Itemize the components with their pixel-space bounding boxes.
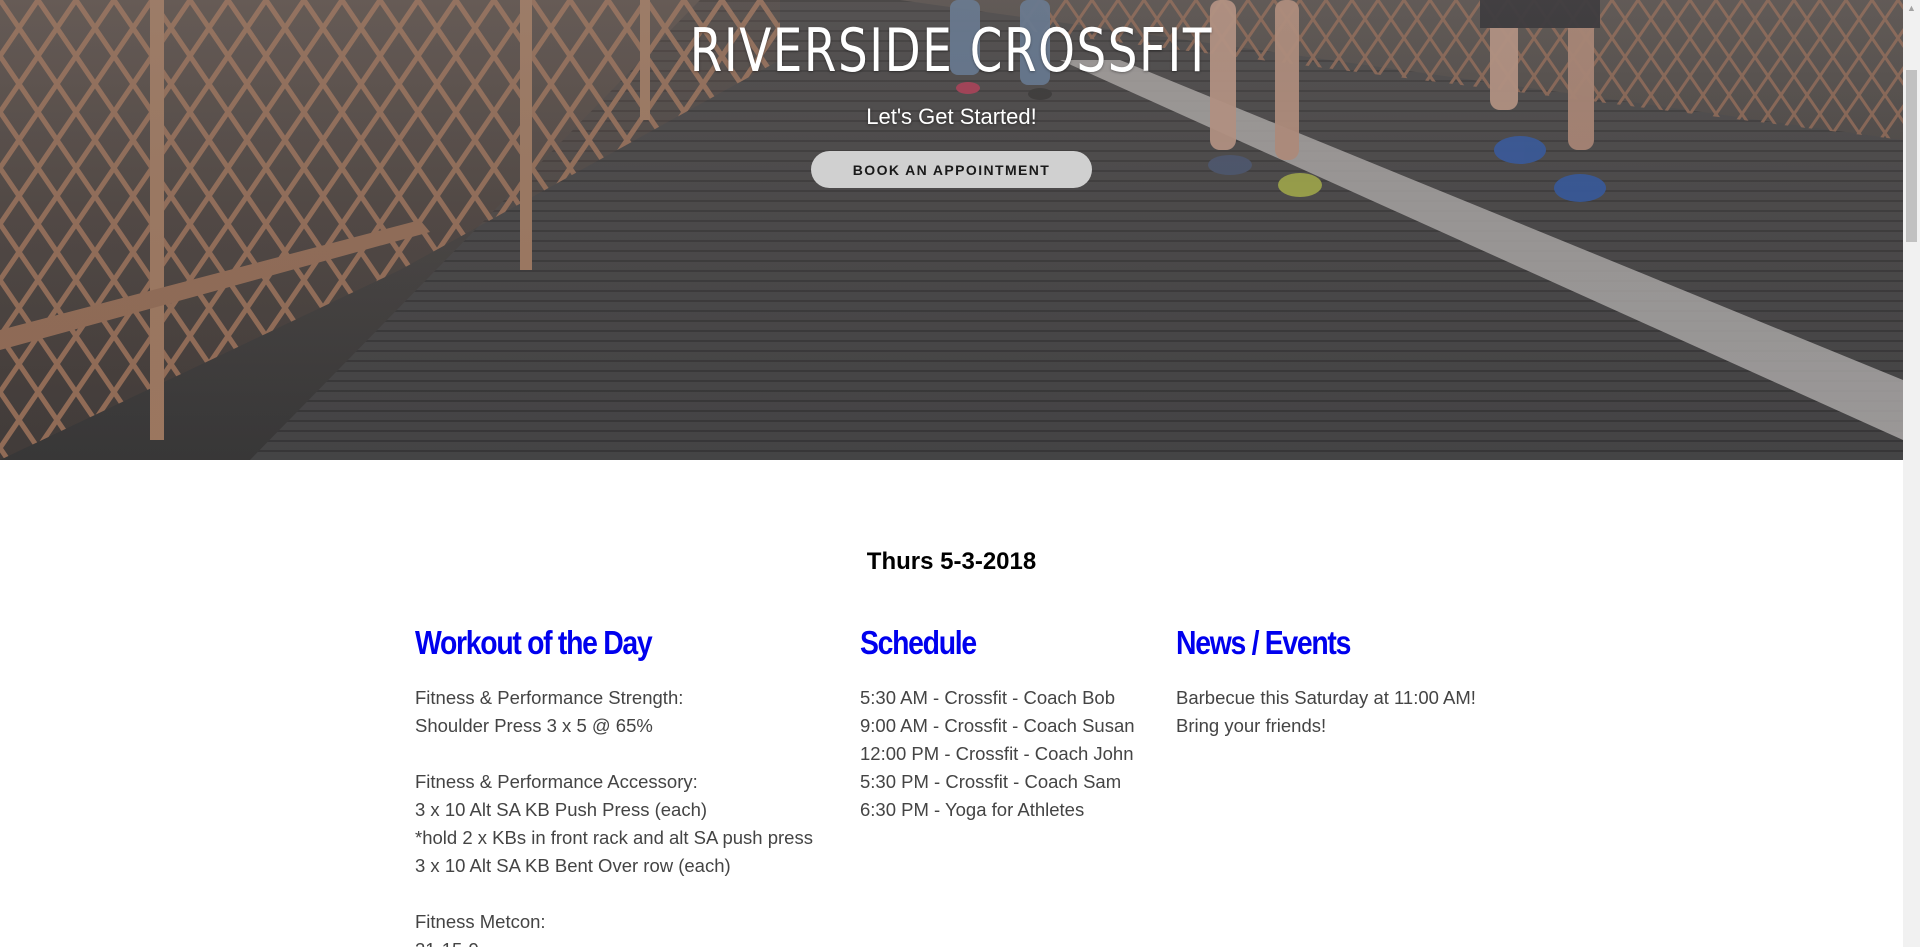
- workout-line: Fitness & Performance Accessory:: [415, 771, 698, 792]
- workout-line: Shoulder Press 3 x 5 @ 65%: [415, 715, 653, 736]
- date-heading: Thurs 5-3-2018: [866, 548, 1037, 575]
- workout-line: 3 x 10 Alt SA KB Push Press (each): [415, 799, 708, 820]
- page: RIVERSIDE CROSSFIT Let's Get Started! BO…: [0, 0, 1920, 947]
- workout-line: *hold 2 x KBs in front rack and alt SA p…: [415, 827, 813, 848]
- schedule-item: 9:00 AM - Crossfit - Coach Susan: [860, 715, 1135, 736]
- page-scrollbar[interactable]: ▲: [1903, 0, 1920, 947]
- hero-banner: RIVERSIDE CROSSFIT Let's Get Started! BO…: [0, 0, 1903, 460]
- schedule-item: 6:30 PM - Yoga for Athletes: [860, 799, 1085, 820]
- workout-of-the-day-section: Workout of the Day Fitness & Performance…: [415, 624, 813, 947]
- schedule-item: 12:00 PM - Crossfit - Coach John: [860, 743, 1134, 764]
- schedule-item: 5:30 AM - Crossfit - Coach Bob: [860, 687, 1115, 708]
- workout-heading: Workout of the Day: [415, 624, 653, 661]
- news-heading: News / Events: [1176, 624, 1351, 661]
- workout-line: 21-15-9: [415, 936, 813, 947]
- workout-line: Fitness Metcon:: [415, 911, 546, 932]
- schedule-section: Schedule 5:30 AM - Crossfit - Coach Bob …: [860, 624, 1135, 824]
- workout-line: Fitness & Performance Strength:: [415, 687, 684, 708]
- workout-line: 3 x 10 Alt SA KB Bent Over row (each): [415, 855, 731, 876]
- news-events-section: News / Events Barbecue this Saturday at …: [1176, 624, 1476, 740]
- schedule-heading: Schedule: [860, 624, 977, 661]
- scroll-up-arrow-icon[interactable]: ▲: [1903, 0, 1920, 17]
- scrollbar-thumb[interactable]: [1906, 70, 1917, 242]
- book-appointment-button[interactable]: BOOK AN APPOINTMENT: [811, 151, 1092, 188]
- schedule-item: 5:30 PM - Crossfit - Coach Sam: [860, 771, 1122, 792]
- news-item: Barbecue this Saturday at 11:00 AM!: [1176, 687, 1476, 708]
- site-title: RIVERSIDE CROSSFIT: [689, 16, 1214, 86]
- hero-tagline: Let's Get Started!: [866, 104, 1037, 129]
- news-item: Bring your friends!: [1176, 715, 1327, 736]
